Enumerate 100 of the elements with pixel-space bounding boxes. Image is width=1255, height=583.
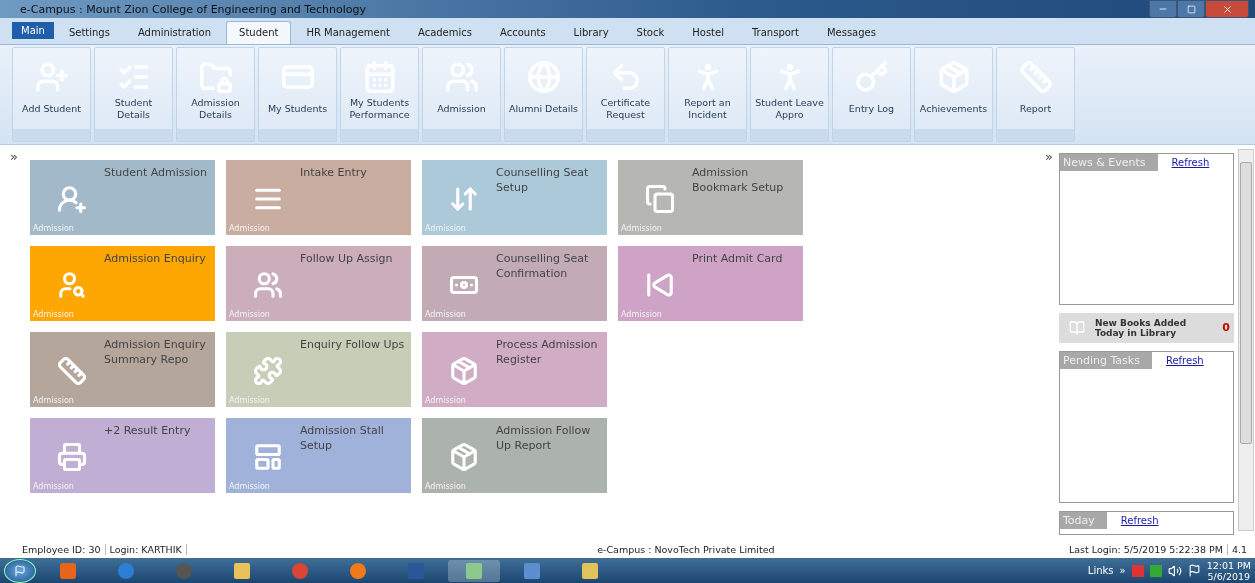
start-button[interactable] [4,558,36,583]
tile-category: Admission [424,309,466,319]
scrollbar[interactable] [1237,148,1254,531]
tab[interactable]: Accounts [487,20,559,44]
folder-lock-icon [198,59,233,94]
globe-icon [526,59,561,94]
speaker-icon[interactable] [1167,563,1182,578]
main-menu-tab[interactable]: Main [12,21,54,39]
tray-icon[interactable] [1149,564,1162,577]
printer-icon [56,441,87,472]
restore-icon [1186,4,1196,14]
people-search-icon [56,269,87,300]
menu-tile[interactable]: Process Admission Register Admission [421,331,607,407]
tile-category: Admission [620,309,662,319]
tile-category: Admission [424,395,466,405]
menu-tile[interactable]: Print Admit Card Admission [617,245,803,321]
box-icon [448,441,479,472]
tab[interactable]: HR Management [293,20,403,44]
menu-tile[interactable]: Admission Follow Up Report Admission [421,417,607,493]
tile-title: Admission Enquiry Summary Repo [103,336,207,368]
clock[interactable]: 12:01 PM 5/6/2019 [1206,559,1251,582]
menu-tile[interactable]: Admission Enquiry Admission [29,245,215,321]
menu-tile[interactable]: Admission Enquiry Summary Repo Admission [29,331,215,407]
ribbon-button[interactable]: Certificate Request [586,46,665,142]
ribbon-button[interactable]: My Students Performance [340,46,419,142]
tab[interactable]: Academics [405,20,485,44]
tile-title: Process Admission Register [495,336,599,368]
restore-button[interactable] [1177,0,1205,18]
tile-category: Admission [228,395,270,405]
menu-tile[interactable]: Enquiry Follow Ups Admission [225,331,411,407]
tile-category: Admission [228,223,270,233]
menu-tile[interactable]: Counselling Seat Setup Admission [421,159,607,235]
tab[interactable]: Transport [738,20,812,44]
ribbon-button[interactable]: Admission Details [176,46,255,142]
ribbon-button[interactable]: Add Student [12,46,91,142]
menu-tile[interactable]: +2 Result Entry Admission [29,417,215,493]
menu-tile[interactable]: Intake Entry Admission [225,159,411,235]
tile-title: Follow Up Assign [299,250,394,267]
user-plus-icon [56,183,87,214]
tile-category: Admission [620,223,662,233]
ribbon-button[interactable]: Alumni Details [504,46,583,142]
app-icon[interactable] [582,562,598,579]
tile-title: Counselling Seat Setup [495,164,590,196]
books-label: New Books Added Today in Library [1094,317,1188,338]
tile-category: Admission [228,481,270,491]
box-icon [936,59,971,94]
book-icon [1068,319,1085,336]
ribbon-button[interactable]: Achievements [914,46,993,142]
ribbon-button[interactable]: Entry Log [832,46,911,142]
tab[interactable]: Administration [124,20,225,44]
tab[interactable]: Settings [55,20,123,44]
tile-category: Admission [32,481,74,491]
ribbon-button[interactable]: Admission [422,46,501,142]
tab[interactable]: Library [560,20,622,44]
refresh-link[interactable]: Refresh [1171,156,1210,168]
login-name: Login: KARTHIK [105,543,187,555]
tile-category: Admission [424,481,466,491]
close-button[interactable] [1205,0,1249,18]
tile-title: Admission Bookmark Setup [691,164,785,196]
flag-icon[interactable] [1187,564,1201,577]
tile-title: Admission Stall Setup [299,422,385,454]
menu-tile[interactable]: Student Admission Admission [29,159,215,235]
refresh-link[interactable]: Refresh [1120,514,1159,526]
menu-tile[interactable]: Follow Up Assign Admission [225,245,411,321]
tile-title: Intake Entry [299,164,368,181]
refresh-link[interactable]: Refresh [1165,354,1204,366]
calendar-icon [362,59,397,94]
ribbon-button[interactable]: Student Leave Appro [750,46,829,142]
ribbon-button[interactable]: Student Details [94,46,173,142]
version: 4.1 [1230,543,1248,555]
tile-category: Admission [424,223,466,233]
tab[interactable]: Student [226,20,292,44]
ruler-triangle-icon [56,355,87,386]
ribbon-button[interactable]: Report [996,46,1075,142]
tile-category: Admission [32,309,74,319]
tray-icon[interactable] [1131,564,1144,577]
tile-title: +2 Result Entry [103,422,192,439]
links-chevron[interactable]: » [1119,565,1126,576]
links-toolbar[interactable]: Links [1087,565,1114,576]
panel-heading: News & Events [1059,153,1158,171]
tab[interactable]: Messages [813,20,889,44]
app-icon[interactable] [466,562,482,579]
minimize-button[interactable] [1149,0,1177,18]
tab[interactable]: Stock [623,20,678,44]
last-login: Last Login: 5/5/2019 5:22:38 PM [1064,543,1228,555]
menu-tile[interactable]: Counselling Seat Confirmation Admission [421,245,607,321]
ribbon-button[interactable]: Report an Incident [668,46,747,142]
folder-icon[interactable] [234,562,250,579]
ribbon-button[interactable]: My Students [258,46,337,142]
menu-tile[interactable]: Admission Bookmark Setup Admission [617,159,803,235]
tab[interactable]: Hostel [679,20,737,44]
key-icon [854,59,889,94]
menu-tile[interactable]: Admission Stall Setup Admission [225,417,411,493]
panel-heading: Today [1059,511,1107,529]
expand-toggle[interactable]: » [1045,148,1059,165]
flag-icon [14,564,26,577]
tile-title: Admission Follow Up Report [495,422,592,454]
expand-toggle[interactable]: » [0,144,28,169]
company-name: e-Campus : NovoTech Private Limited [596,543,776,555]
tile-title: Counselling Seat Confirmation [495,250,590,282]
